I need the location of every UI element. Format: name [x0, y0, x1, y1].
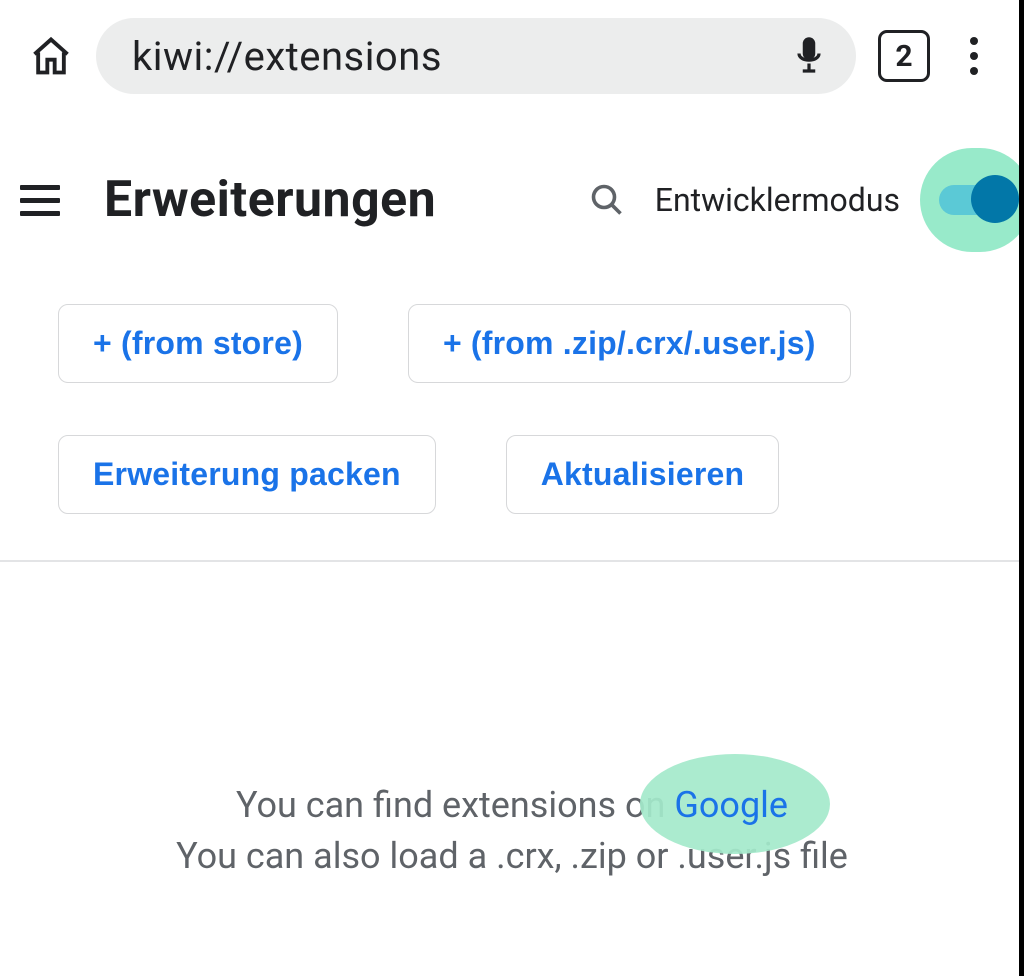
- action-buttons-area: + (from store) + (from .zip/.crx/.user.j…: [0, 280, 1024, 560]
- link-text: Google: [674, 784, 788, 826]
- google-link[interactable]: Google: [674, 780, 788, 831]
- add-from-file-button[interactable]: + (from .zip/.crx/.user.js): [408, 304, 851, 383]
- extensions-header: Erweiterungen Entwicklermodus: [0, 108, 1024, 280]
- tab-count: 2: [895, 39, 912, 74]
- browser-toolbar: kiwi://extensions 2: [0, 0, 1024, 108]
- add-from-store-button[interactable]: + (from store): [58, 304, 338, 383]
- home-button[interactable]: [28, 33, 74, 79]
- home-icon: [29, 34, 73, 78]
- screen-edge: [1019, 0, 1024, 976]
- update-button[interactable]: Aktualisieren: [506, 435, 780, 514]
- address-bar[interactable]: kiwi://extensions: [96, 18, 856, 94]
- button-row: + (from store) + (from .zip/.crx/.user.j…: [58, 304, 966, 383]
- search-icon: [589, 182, 625, 218]
- overflow-menu-button[interactable]: [952, 30, 996, 82]
- info-line-1: You can find extensions on Google: [0, 780, 1024, 831]
- pack-extension-button[interactable]: Erweiterung packen: [58, 435, 436, 514]
- page-title: Erweiterungen: [104, 171, 436, 229]
- hamburger-icon: [20, 185, 60, 216]
- info-text-prefix: You can find extensions on: [236, 784, 674, 826]
- dot-icon: [970, 37, 978, 45]
- toggle-thumb: [971, 175, 1019, 223]
- info-line-2: You can also load a .crx, .zip or .user.…: [0, 831, 1024, 882]
- dot-icon: [970, 52, 978, 60]
- tabs-button[interactable]: 2: [878, 30, 930, 82]
- empty-state-info: You can find extensions on Google You ca…: [0, 562, 1024, 882]
- menu-button[interactable]: [0, 185, 80, 216]
- button-row: Erweiterung packen Aktualisieren: [58, 435, 966, 514]
- microphone-icon: [794, 35, 824, 77]
- toggle-track: [939, 185, 1013, 215]
- dot-icon: [970, 67, 978, 75]
- voice-search-button[interactable]: [790, 32, 828, 80]
- search-button[interactable]: [587, 180, 627, 220]
- header-actions: Entwicklermodus: [460, 150, 1024, 250]
- developer-mode-label: Entwicklermodus: [655, 181, 900, 219]
- developer-mode-toggle[interactable]: [928, 150, 1024, 250]
- url-text: kiwi://extensions: [132, 33, 774, 80]
